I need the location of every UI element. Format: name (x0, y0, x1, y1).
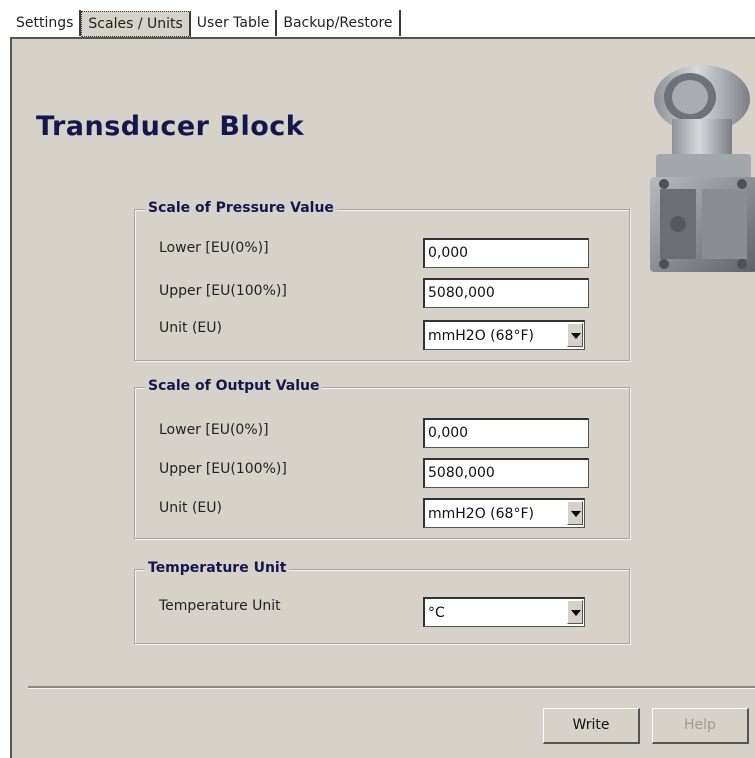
output-upper-input[interactable]: 5080,000 (423, 458, 589, 488)
pressure-unit-select[interactable]: mmH2O (68°F) (423, 320, 585, 350)
pressure-scale-group: Scale of Pressure Value Lower [EU(0%)] 0… (134, 200, 630, 361)
output-upper-label: Upper [EU(100%)] (159, 461, 287, 477)
tab-user-table[interactable]: User Table (190, 10, 278, 36)
tab-bar: Settings Scales / Units User Table Backu… (10, 10, 401, 38)
temperature-unit-legend: Temperature Unit (145, 560, 290, 576)
tab-backup-restore[interactable]: Backup/Restore (277, 10, 401, 36)
temperature-unit-select[interactable]: °C (423, 597, 585, 627)
footer-divider (28, 686, 755, 689)
output-unit-select[interactable]: mmH2O (68°F) (423, 498, 585, 528)
write-button[interactable]: Write (543, 708, 640, 744)
pressure-scale-legend: Scale of Pressure Value (145, 200, 337, 216)
temperature-unit-value: °C (428, 605, 445, 621)
output-scale-group: Scale of Output Value Lower [EU(0%)] 0,0… (134, 378, 630, 539)
tab-scales-units[interactable]: Scales / Units (81, 11, 191, 37)
pressure-transmitter-image (650, 65, 755, 272)
pressure-upper-input[interactable]: 5080,000 (423, 278, 589, 308)
chevron-down-icon[interactable] (567, 323, 583, 347)
output-lower-label: Lower [EU(0%)] (159, 422, 269, 438)
output-unit-label: Unit (EU) (159, 500, 222, 516)
pressure-lower-input[interactable]: 0,000 (423, 238, 589, 268)
output-lower-input[interactable]: 0,000 (423, 418, 589, 448)
temperature-unit-group: Temperature Unit Temperature Unit °C (134, 560, 630, 644)
output-scale-legend: Scale of Output Value (145, 378, 323, 394)
chevron-down-icon[interactable] (567, 501, 583, 525)
temperature-unit-label: Temperature Unit (159, 598, 281, 614)
help-button[interactable]: Help (652, 708, 749, 744)
scales-units-panel: Transducer Block Scale of Pressure Value… (10, 37, 755, 758)
pressure-lower-label: Lower [EU(0%)] (159, 240, 269, 256)
chevron-down-icon[interactable] (567, 600, 583, 624)
pressure-unit-label: Unit (EU) (159, 320, 222, 336)
pressure-upper-label: Upper [EU(100%)] (159, 283, 287, 299)
page-title: Transducer Block (36, 111, 305, 142)
tab-settings[interactable]: Settings (10, 10, 82, 36)
output-unit-value: mmH2O (68°F) (428, 506, 534, 522)
pressure-unit-value: mmH2O (68°F) (428, 328, 534, 344)
